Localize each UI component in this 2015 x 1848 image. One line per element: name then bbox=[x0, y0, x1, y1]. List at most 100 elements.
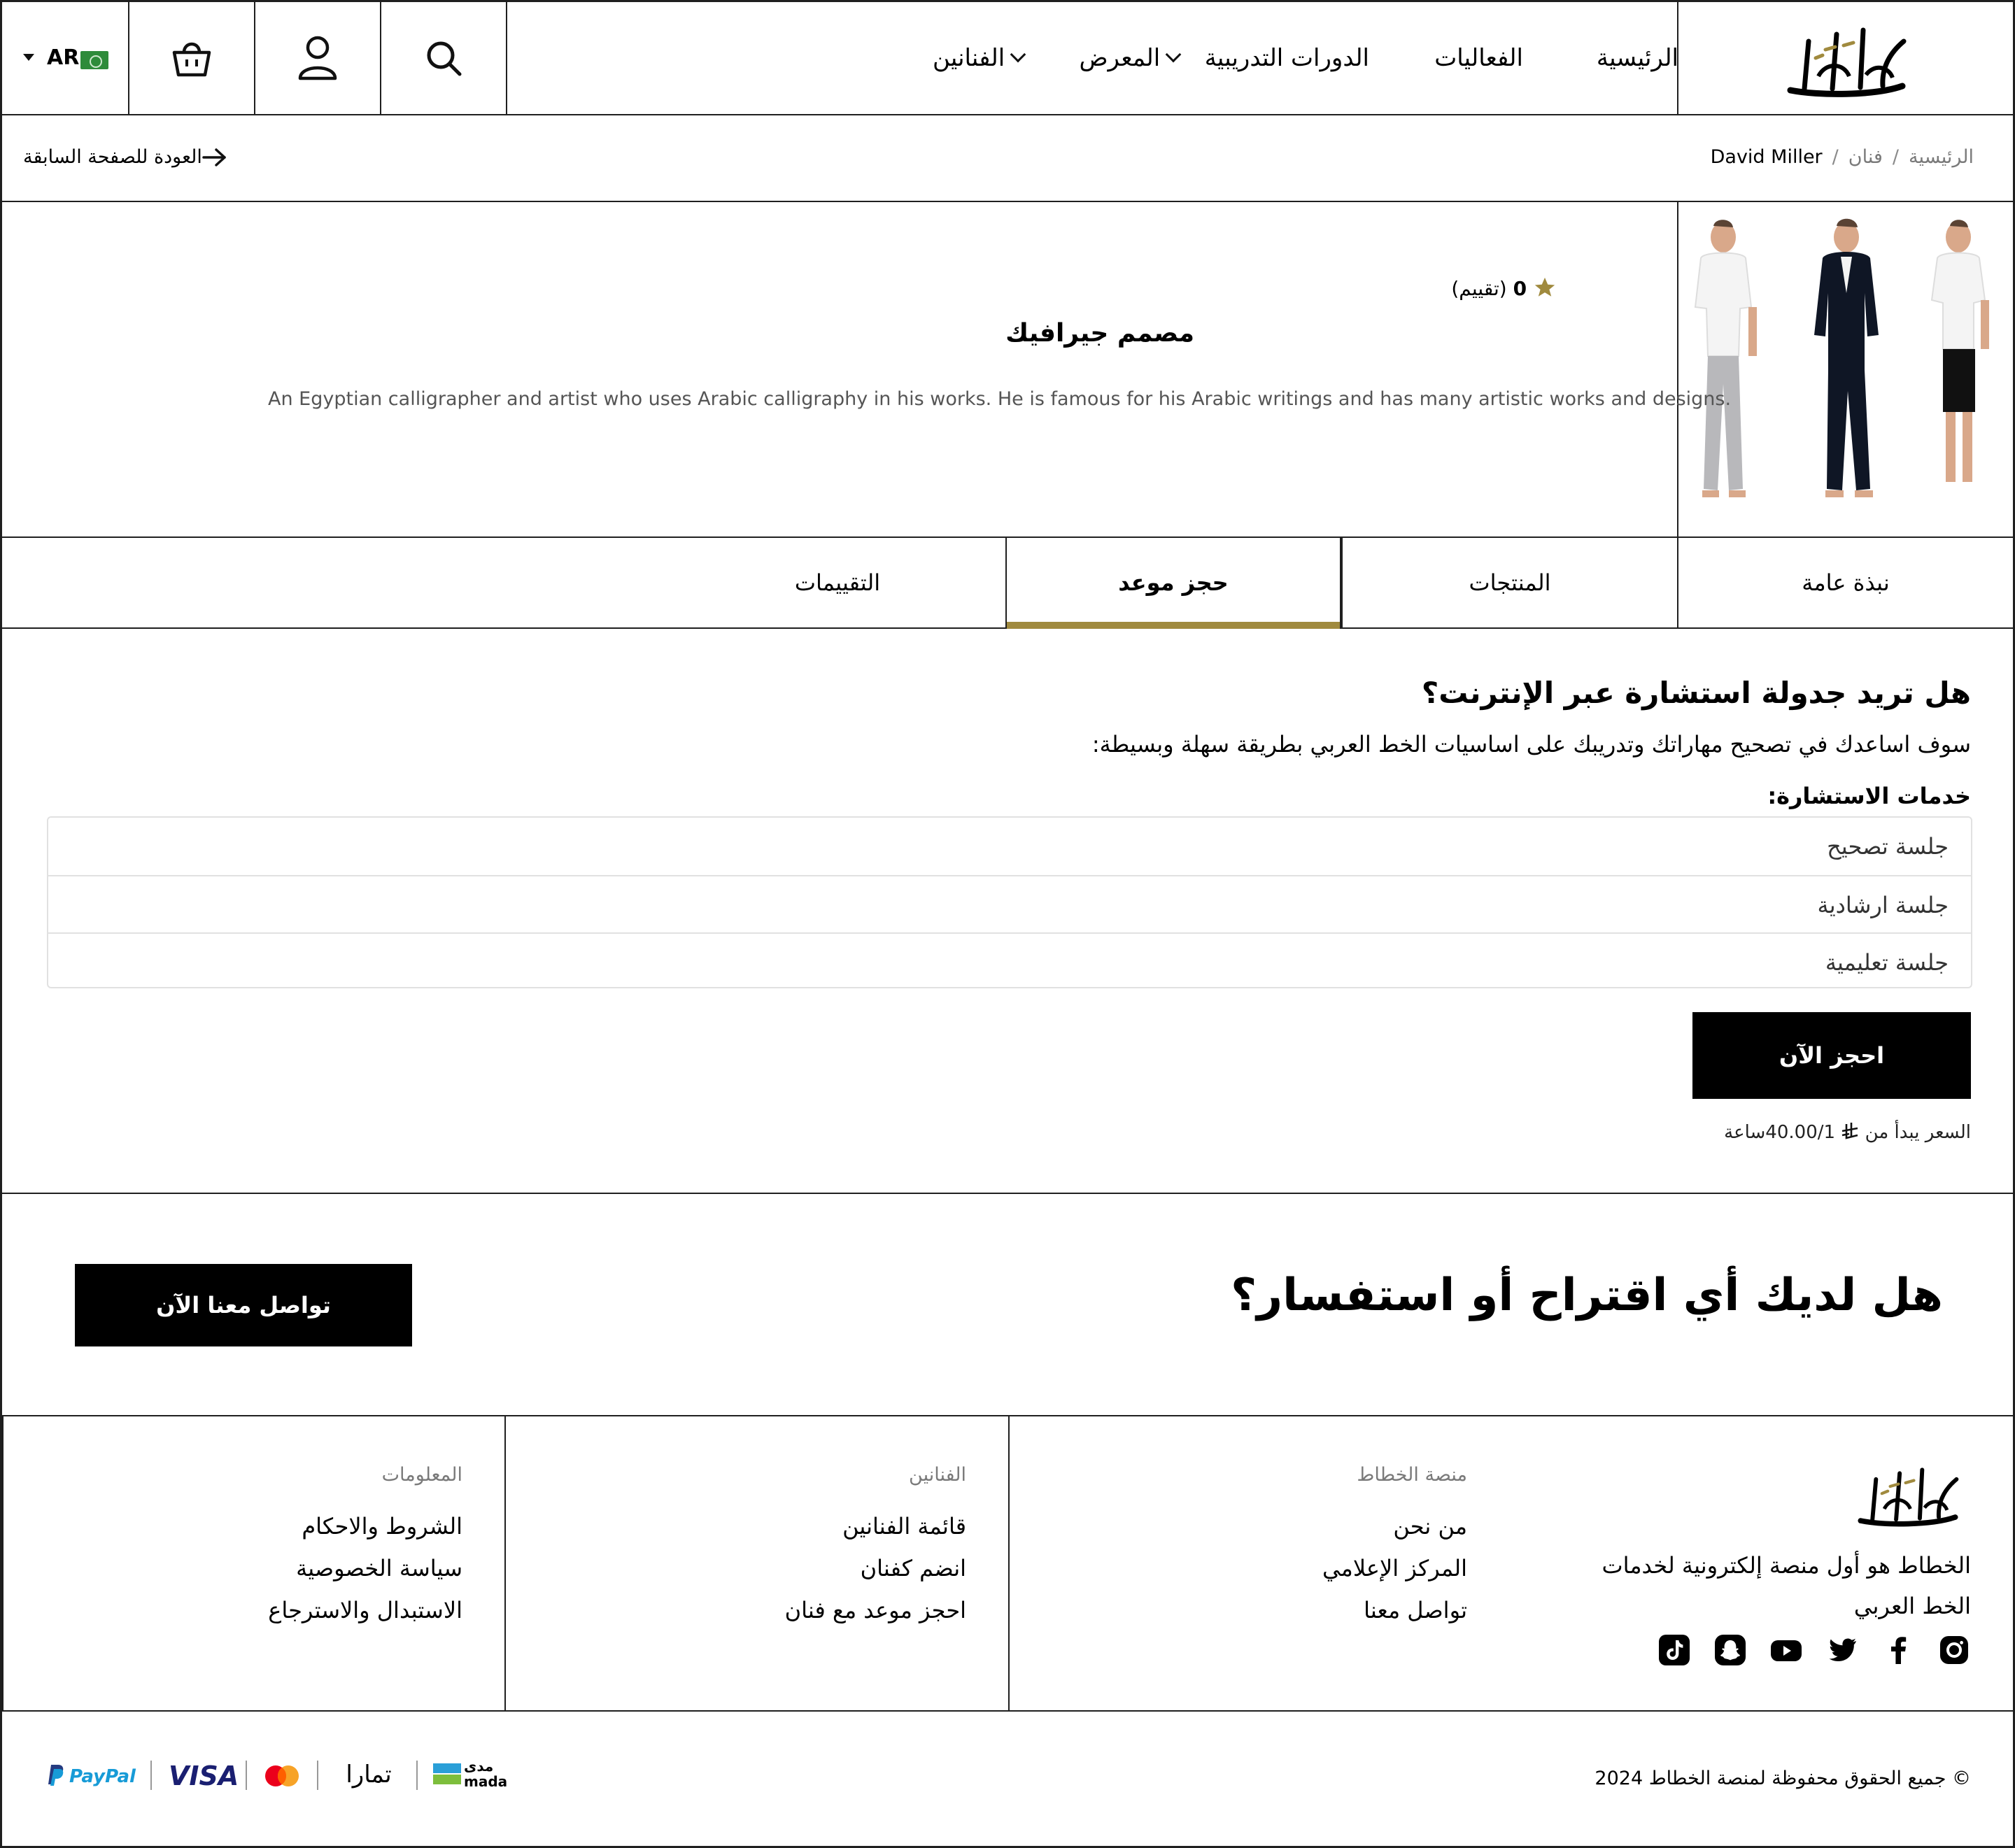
mada-ar-text: مدى bbox=[464, 1758, 494, 1775]
search-icon bbox=[427, 41, 462, 76]
star-icon bbox=[1534, 277, 1555, 297]
artist-rating: 0 (تقييم) bbox=[1451, 275, 1557, 303]
artist-profile: 0 (تقييم) مصمم جيرافيك An Egyptian calli… bbox=[2, 202, 2013, 538]
footer-col-title: الفنانين bbox=[909, 1464, 966, 1486]
language-label: AR bbox=[47, 45, 80, 70]
footer-link[interactable]: قائمة الفنانين bbox=[842, 1509, 966, 1544]
logo-calligraphy bbox=[1787, 27, 1907, 97]
breadcrumb-separator: / bbox=[1892, 146, 1899, 168]
nav-item-artists[interactable]: الفنانين bbox=[933, 37, 1031, 79]
divider bbox=[416, 1761, 418, 1790]
divider bbox=[317, 1761, 318, 1790]
tab-label: التقييمات bbox=[794, 569, 881, 596]
search-button[interactable] bbox=[381, 2, 507, 114]
mastercard-icon bbox=[265, 1765, 299, 1786]
service-option[interactable]: جلسة تعليمية bbox=[48, 932, 1971, 990]
facebook-icon[interactable] bbox=[1881, 1633, 1915, 1667]
chevron-down-icon bbox=[1165, 46, 1182, 63]
cart-button[interactable] bbox=[129, 2, 255, 114]
nav-label: الفعاليات bbox=[1434, 44, 1523, 72]
footer-link[interactable]: الشروط والاحكام bbox=[302, 1509, 462, 1544]
service-option[interactable]: جلسة تصحيح bbox=[48, 818, 1971, 875]
rating-label: (تقييم) bbox=[1451, 277, 1507, 300]
tab-label: نبذة عامة bbox=[1802, 569, 1890, 596]
price-value: 40.00/1ساعة bbox=[1724, 1122, 1836, 1143]
mada-en-text: mada bbox=[464, 1773, 508, 1790]
mada-bar-blue bbox=[433, 1763, 461, 1773]
footer-col-info: المعلومات الشروط والاحكام سياسة الخصوصية… bbox=[2, 1416, 504, 1710]
footer-about: الخطاط هو أول منصة إلكترونية لخدمات الخط… bbox=[1509, 1416, 2013, 1710]
breadcrumb-bar: الرئيسية / فنان / David Miller العودة للصفحة… bbox=[2, 115, 2013, 202]
nav-label: الرئيسية bbox=[1596, 44, 1678, 72]
footer-link[interactable]: المركز الإعلامي bbox=[1322, 1551, 1467, 1586]
footer-link[interactable]: احجز موعد مع فنان bbox=[785, 1593, 966, 1628]
footer-link[interactable]: تواصل معنا bbox=[1364, 1593, 1467, 1628]
site-footer: الخطاط هو أول منصة إلكترونية لخدمات الخط… bbox=[2, 1416, 2013, 1712]
user-icon bbox=[298, 36, 337, 80]
booking-subtitle: سوف اساعدك في تصحيح مهاراتك وتدريبك على … bbox=[1091, 731, 1971, 758]
price-info: السعر يبدأ من 40.00/1ساعة bbox=[1724, 1118, 1971, 1146]
youtube-icon[interactable] bbox=[1769, 1633, 1803, 1667]
tab-booking[interactable]: حجز موعد bbox=[1005, 538, 1341, 629]
footer-link[interactable]: من نحن bbox=[1393, 1509, 1467, 1544]
footer-col-title: منصة الخطاط bbox=[1357, 1464, 1467, 1486]
artist-title: مصمم جيرافيك bbox=[1005, 319, 1194, 348]
nav-label: الدورات التدريبية bbox=[1204, 44, 1369, 72]
footer-col-platform: منصة الخطاط من نحن المركز الإعلامي تواصل… bbox=[1008, 1416, 1509, 1710]
booking-section: هل تريد جدولة استشارة عبر الإنترنت؟ سوف … bbox=[2, 629, 2013, 1194]
contact-us-button[interactable]: تواصل معنا الآن bbox=[75, 1264, 412, 1346]
account-button[interactable] bbox=[255, 2, 381, 114]
paypal-icon bbox=[48, 1765, 64, 1786]
saudi-flag-icon bbox=[80, 51, 108, 69]
riyal-currency-icon bbox=[1842, 1123, 1858, 1139]
tiktok-icon[interactable] bbox=[1657, 1633, 1691, 1667]
tab-label: المنتجات bbox=[1469, 569, 1551, 596]
breadcrumb-separator: / bbox=[1832, 146, 1839, 168]
nav-item-home[interactable]: الرئيسية bbox=[1597, 37, 1678, 79]
footer-link[interactable]: سياسة الخصوصية bbox=[296, 1551, 462, 1586]
services-list: جلسة تصحيح جلسة ارشادية جلسة تعليمية bbox=[47, 816, 1972, 988]
shopping-bag-icon bbox=[172, 42, 211, 77]
footer-description: الخطاط هو أول منصة إلكترونية لخدمات الخط… bbox=[1602, 1552, 1971, 1619]
nav-label: المعرض bbox=[1079, 44, 1161, 72]
tab-products[interactable]: المنتجات bbox=[1341, 538, 1677, 627]
footer-logo[interactable] bbox=[1845, 1456, 1971, 1533]
snapchat-icon[interactable] bbox=[1713, 1633, 1747, 1667]
caret-down-icon bbox=[23, 54, 34, 61]
services-label: خدمات الاستشارة: bbox=[1767, 783, 1971, 809]
artist-photo bbox=[1678, 202, 2013, 536]
bottom-bar: © جميع الحقوق محفوظة لمنصة الخطاط 2024 م… bbox=[2, 1712, 2013, 1846]
artist-image bbox=[1677, 202, 2013, 536]
twitter-icon[interactable] bbox=[1825, 1633, 1859, 1667]
tab-overview[interactable]: نبذة عامة bbox=[1677, 538, 2013, 627]
rating-count: 0 bbox=[1513, 277, 1527, 300]
cta-title: هل لديك أي اقتراح أو استفسار؟ bbox=[1231, 1270, 1943, 1321]
footer-link[interactable]: الاستبدال والاسترجاع bbox=[268, 1593, 462, 1628]
copyright: © جميع الحقوق محفوظة لمنصة الخطاط 2024 bbox=[1595, 1768, 1971, 1789]
tamara-logo: تمارا bbox=[346, 1761, 392, 1789]
nav-item-events[interactable]: الفعاليات bbox=[1434, 37, 1523, 79]
instagram-icon[interactable] bbox=[1937, 1633, 1971, 1667]
footer-col-title: المعلومات bbox=[381, 1464, 462, 1486]
arrow-right-icon bbox=[202, 148, 226, 166]
paypal-text: PayPal bbox=[69, 1766, 136, 1787]
nav-label: الفنانين bbox=[932, 44, 1005, 72]
site-header: الرئيسية الفعاليات الدورات التدريبية الم… bbox=[2, 2, 2013, 115]
breadcrumb: الرئيسية / فنان / David Miller bbox=[1711, 143, 1974, 171]
divider bbox=[150, 1761, 152, 1790]
footer-link[interactable]: انضم كفنان bbox=[861, 1551, 966, 1586]
breadcrumb-home[interactable]: الرئيسية bbox=[1909, 146, 1974, 168]
mada-logo: مدى mada bbox=[433, 1758, 507, 1796]
language-selector[interactable]: AR bbox=[2, 2, 129, 114]
mada-bar-green bbox=[433, 1775, 461, 1784]
social-links bbox=[1649, 1633, 1971, 1668]
footer-col-artists: الفنانين قائمة الفنانين انضم كفنان احجز … bbox=[504, 1416, 1008, 1710]
logo[interactable] bbox=[1677, 2, 2013, 114]
back-link[interactable]: العودة للصفحة السابقة bbox=[23, 143, 226, 171]
breadcrumb-section[interactable]: فنان bbox=[1848, 146, 1883, 168]
nav-item-gallery[interactable]: المعرض bbox=[1079, 37, 1186, 79]
service-option[interactable]: جلسة ارشادية bbox=[48, 875, 1971, 932]
tab-reviews[interactable]: التقييمات bbox=[670, 538, 1005, 627]
book-now-button[interactable]: احجز الآن bbox=[1692, 1012, 1971, 1099]
nav-item-courses[interactable]: الدورات التدريبية bbox=[1205, 37, 1369, 79]
